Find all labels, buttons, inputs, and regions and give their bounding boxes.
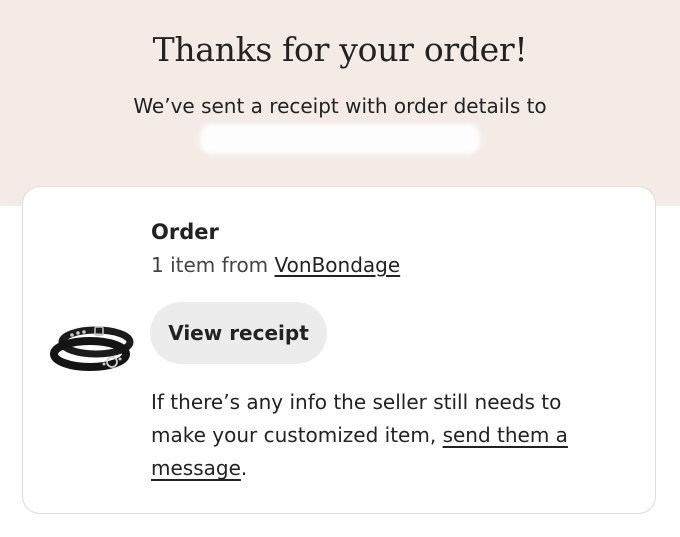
stud-icon: [82, 330, 86, 334]
confirmation-banner: Thanks for your order! We’ve sent a rece…: [0, 0, 680, 206]
shop-link[interactable]: VonBondage: [275, 253, 401, 277]
view-receipt-button[interactable]: View receipt: [150, 302, 327, 364]
stud-icon: [76, 331, 80, 335]
order-heading: Order: [151, 220, 219, 244]
redacted-email-address: [200, 124, 480, 154]
stud-icon: [118, 357, 122, 361]
receipt-sent-message: We’ve sent a receipt with order details …: [133, 94, 547, 118]
items-count-text: 1 item from: [151, 253, 275, 277]
product-thumbnail-image[interactable]: [50, 318, 134, 376]
page-title: Thanks for your order!: [152, 30, 528, 69]
order-item-summary: 1 item from VonBondage: [151, 253, 400, 277]
stud-icon: [102, 362, 106, 366]
stud-icon: [70, 333, 74, 337]
redacted-order-number: [220, 226, 370, 244]
seller-info-message: If there’s any info the seller still nee…: [151, 386, 621, 485]
seller-info-period: .: [240, 456, 248, 480]
